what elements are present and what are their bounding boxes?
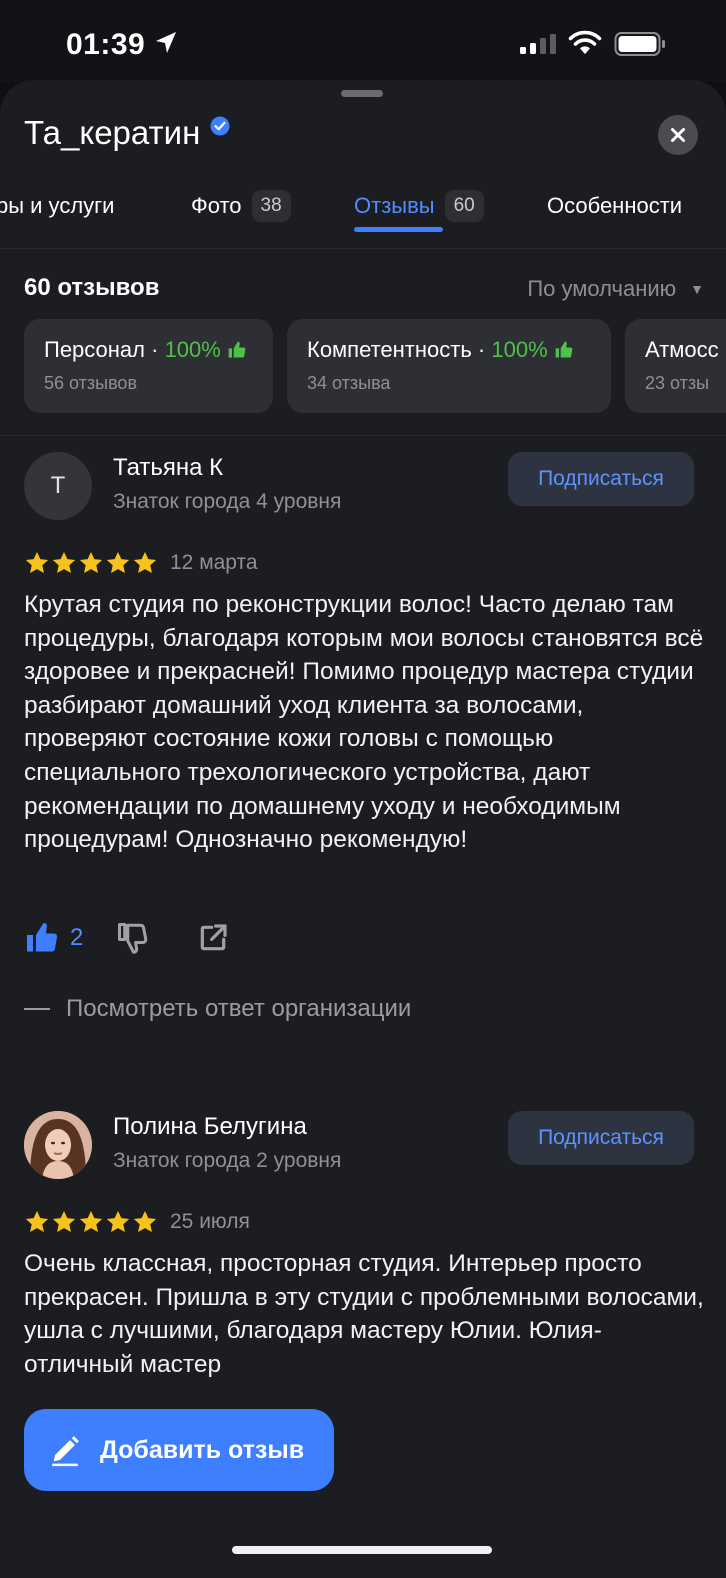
- thumbs-up-icon: [27, 923, 58, 952]
- aspect-name: Компетентность: [307, 337, 472, 362]
- tab-label: Отзывы: [354, 193, 435, 218]
- aspect-name: Персонал: [44, 337, 145, 362]
- aspect-chip[interactable]: Компетентность · 100% 34 отзыва: [287, 319, 611, 413]
- aspect-percent: 100%: [491, 337, 548, 362]
- reviews-count: 60 отзывов: [24, 274, 160, 301]
- sheet-grabber[interactable]: [341, 90, 383, 97]
- thumbs-up-icon: [228, 341, 246, 358]
- sort-dropdown[interactable]: По умолчанию ▼: [527, 276, 704, 302]
- dash: [24, 1008, 50, 1010]
- tab-goods-services[interactable]: ры и услуги: [0, 186, 114, 226]
- close-button[interactable]: [658, 115, 698, 155]
- org-reply-label: Посмотреть ответ организации: [66, 995, 412, 1022]
- review-date: 12 марта: [170, 551, 258, 574]
- pencil-icon: [52, 1436, 79, 1467]
- sort-label: По умолчанию: [527, 276, 677, 301]
- review-text: Крутая студия по реконструкции волос! Ча…: [24, 591, 704, 854]
- aspect-separator: ·: [471, 337, 492, 362]
- aspect-chips: Персонал · 100% 56 отзывов Компетентност…: [24, 319, 726, 413]
- reviews-sheet: Та_кератин ры и услуги Фото 38 Отзывы 60…: [0, 80, 726, 1578]
- avatar[interactable]: Т: [24, 452, 92, 520]
- tab-features[interactable]: Особенности: [547, 186, 682, 226]
- star-icon: [106, 551, 130, 573]
- review-date: 25 июля: [170, 1210, 250, 1233]
- star-icon: [25, 1210, 49, 1232]
- wifi-icon: [568, 30, 602, 54]
- home-indicator: [232, 1546, 492, 1554]
- like-count: 2: [70, 924, 84, 951]
- review-text: Очень классная, просторная студия. Интер…: [24, 1250, 704, 1378]
- review-actions: 2: [24, 920, 229, 956]
- star-icon: [133, 1210, 157, 1232]
- tab-count-badge: 38: [251, 190, 291, 222]
- star-icon: [79, 551, 103, 573]
- tab-bar: ры и услуги Фото 38 Отзывы 60 Особенност…: [0, 180, 726, 250]
- rating-stars: [24, 1209, 158, 1235]
- rating-stars: [24, 550, 158, 576]
- status-bar: 01:39: [0, 0, 726, 82]
- close-icon: [671, 128, 685, 142]
- add-review-label: Добавить отзыв: [100, 1435, 305, 1464]
- review-author[interactable]: Полина Белугина: [113, 1113, 307, 1141]
- review-card: Полина Белугина Знаток города 2 уровня П…: [24, 1111, 704, 1451]
- divider: [0, 435, 726, 436]
- aspect-name: Атмосс: [645, 337, 719, 362]
- review-card: Т Татьяна К Знаток города 4 уровня Подпи…: [24, 452, 704, 1032]
- star-icon: [52, 551, 76, 573]
- place-title: Та_кератин: [24, 114, 201, 151]
- add-review-button[interactable]: Добавить отзыв: [24, 1409, 334, 1491]
- review-author[interactable]: Татьяна К: [113, 454, 223, 482]
- tab-label: Фото: [191, 193, 242, 218]
- subscribe-button[interactable]: Подписаться: [508, 452, 694, 506]
- title-row: Та_кератин: [24, 114, 230, 152]
- cellular-signal-icon: [520, 34, 556, 54]
- aspect-reviews: 23 отзы: [645, 373, 710, 393]
- aspect-chip[interactable]: Атмосс 23 отзы: [625, 319, 726, 413]
- share-icon[interactable]: [197, 922, 229, 954]
- star-icon: [133, 551, 157, 573]
- star-icon: [79, 1210, 103, 1232]
- tab-label: Особенности: [547, 193, 683, 218]
- tab-photo[interactable]: Фото 38: [191, 186, 291, 226]
- star-icon: [52, 1210, 76, 1232]
- status-time: 01:39: [66, 28, 146, 61]
- reviews-header: 60 отзывов По умолчанию ▼: [24, 274, 704, 308]
- verified-badge-icon: [210, 116, 230, 136]
- divider: [0, 248, 726, 249]
- battery-icon: [614, 32, 665, 56]
- tab-label: ры и услуги: [0, 193, 115, 218]
- author-level: Знаток города 4 уровня: [113, 490, 342, 513]
- author-level: Знаток города 2 уровня: [113, 1149, 342, 1172]
- active-tab-indicator: [354, 227, 443, 232]
- thumbs-down-icon[interactable]: [115, 920, 151, 956]
- rating-row: 12 марта: [24, 550, 258, 576]
- rating-row: 25 июля: [24, 1209, 250, 1235]
- subscribe-button[interactable]: Подписаться: [508, 1111, 694, 1165]
- aspect-reviews: 56 отзывов: [44, 373, 138, 393]
- star-icon: [25, 551, 49, 573]
- location-arrow-icon: [156, 32, 176, 53]
- caret-down-icon: ▼: [690, 281, 704, 297]
- star-icon: [106, 1210, 130, 1232]
- aspect-chip[interactable]: Персонал · 100% 56 отзывов: [24, 319, 273, 413]
- thumbs-up-icon: [555, 341, 573, 358]
- avatar-photo: [24, 1111, 92, 1179]
- aspect-separator: ·: [145, 337, 165, 362]
- avatar[interactable]: [24, 1111, 92, 1179]
- tab-reviews[interactable]: Отзывы 60: [354, 186, 484, 226]
- tab-count-badge: 60: [444, 190, 484, 222]
- like-button[interactable]: 2: [24, 920, 83, 956]
- aspect-reviews: 34 отзыва: [307, 373, 391, 393]
- aspect-percent: 100%: [164, 337, 221, 362]
- view-org-reply-link[interactable]: Посмотреть ответ организации: [24, 995, 411, 1023]
